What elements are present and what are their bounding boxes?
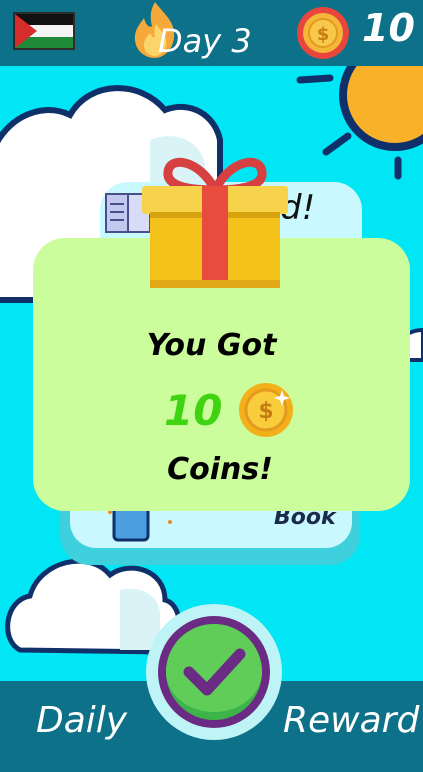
coin-icon: $ bbox=[239, 383, 293, 437]
svg-text:$: $ bbox=[317, 24, 330, 45]
footer-label-reward: Reward bbox=[283, 700, 420, 741]
reward-line-you-got: You Got bbox=[146, 328, 277, 363]
coin-balance: 10 bbox=[362, 6, 415, 50]
footer-label-daily: Daily bbox=[36, 700, 128, 741]
coin-icon: $ bbox=[297, 7, 349, 59]
reward-line-coins: Coins! bbox=[167, 452, 273, 487]
gift-icon bbox=[142, 157, 288, 288]
svg-text:$: $ bbox=[258, 399, 273, 424]
palestine-flag-icon[interactable] bbox=[13, 12, 75, 50]
day-counter: Day 3 bbox=[158, 22, 252, 60]
sun-icon bbox=[296, 66, 423, 180]
reward-amount: 10 bbox=[164, 386, 223, 435]
confirm-checkmark-button[interactable] bbox=[144, 602, 284, 742]
